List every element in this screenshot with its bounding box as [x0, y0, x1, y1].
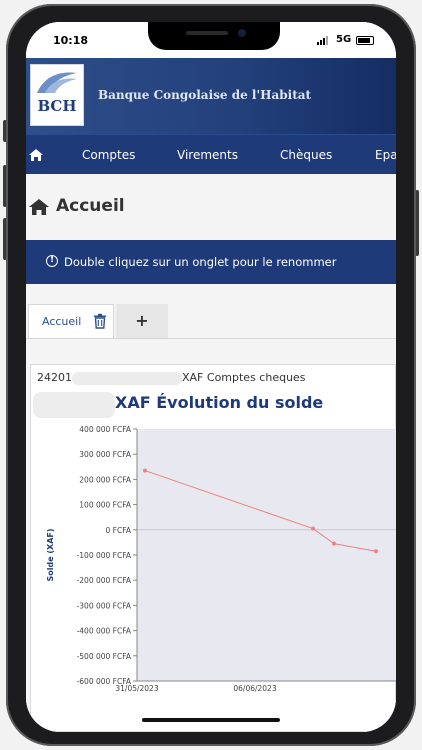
bank-logo[interactable]: BCH — [30, 64, 84, 126]
status-time: 10:18 — [53, 34, 89, 47]
data-point[interactable] — [143, 468, 147, 473]
nav-item-virements[interactable]: Virements — [177, 135, 238, 175]
trash-icon[interactable] — [93, 313, 107, 329]
x-tick-label: 06/06/2023 — [233, 684, 276, 693]
account-prefix: 24201 — [37, 371, 72, 384]
battery-icon — [356, 36, 374, 45]
home-indicator[interactable] — [142, 718, 280, 722]
chart-plot-area — [137, 429, 396, 681]
y-tick-label: -500 000 FCFA — [77, 652, 132, 661]
network-label: 5G — [336, 34, 352, 45]
tab-label: Accueil — [42, 315, 82, 328]
logo-text: BCH — [37, 97, 77, 115]
front-camera — [238, 29, 246, 37]
nav-home-icon[interactable] — [28, 148, 44, 162]
chart-y-axis-label: Solde (XAF) — [46, 528, 55, 581]
nav-item-comptes[interactable]: Comptes — [82, 135, 135, 175]
masked-balance — [33, 392, 115, 418]
speaker-grille — [186, 31, 228, 35]
main-nav: Comptes Virements Chèques Epa — [26, 134, 396, 175]
y-tick-label: 100 000 FCFA — [79, 501, 132, 510]
masked-account-number — [72, 371, 182, 385]
page-content: Accueil ! Double cliquez sur un onglet p… — [26, 174, 396, 732]
y-tick-label: -300 000 FCFA — [77, 601, 132, 610]
tab-accueil[interactable]: Accueil — [28, 304, 114, 338]
account-card: 24201 XAF Comptes cheques XAF Évolution d… — [30, 364, 396, 732]
page-home-icon — [29, 199, 49, 215]
info-icon: ! — [46, 255, 58, 267]
y-tick-label: -100 000 FCFA — [77, 551, 132, 560]
page-title: Accueil — [56, 196, 125, 216]
data-point[interactable] — [311, 526, 315, 531]
info-message: Double cliquez sur un onglet pour le ren… — [64, 255, 337, 269]
x-tick-label: 31/05/2023 — [115, 684, 158, 693]
logo-swoosh-icon — [37, 72, 77, 93]
y-tick-label: 200 000 FCFA — [79, 475, 132, 484]
y-tick-label: 300 000 FCFA — [79, 450, 132, 459]
account-label: 24201 XAF Comptes cheques — [37, 371, 306, 385]
add-tab-button[interactable]: + — [116, 304, 168, 338]
data-point[interactable] — [332, 541, 336, 546]
y-tick-label: -400 000 FCFA — [77, 627, 132, 636]
phone-screen: 10:18 5G BCH Banque Congolaise de l'Habi… — [26, 22, 396, 732]
data-point[interactable] — [374, 549, 378, 554]
nav-item-cheques[interactable]: Chèques — [280, 135, 332, 175]
nav-item-epargne[interactable]: Epa — [375, 135, 396, 175]
notch — [148, 22, 280, 50]
balance-chart: 400 000 FCFA 300 000 FCFA 200 000 FCFA 100 … — [46, 425, 396, 693]
bank-header: BCH Banque Congolaise de l'Habitat — [26, 58, 396, 134]
info-banner: ! Double cliquez sur un onglet pour le r… — [26, 240, 396, 284]
status-bar: 10:18 5G — [26, 22, 396, 58]
chart-title: XAF Évolution du solde — [115, 393, 324, 412]
tab-bar: Accueil + — [26, 300, 396, 339]
y-tick-label: 0 FCFA — [106, 526, 132, 535]
signal-icon — [317, 36, 328, 45]
y-tick-label: 400 000 FCFA — [79, 425, 132, 434]
bank-name: Banque Congolaise de l'Habitat — [98, 88, 312, 102]
y-tick-label: -200 000 FCFA — [77, 576, 132, 585]
account-suffix: XAF Comptes cheques — [182, 371, 306, 384]
